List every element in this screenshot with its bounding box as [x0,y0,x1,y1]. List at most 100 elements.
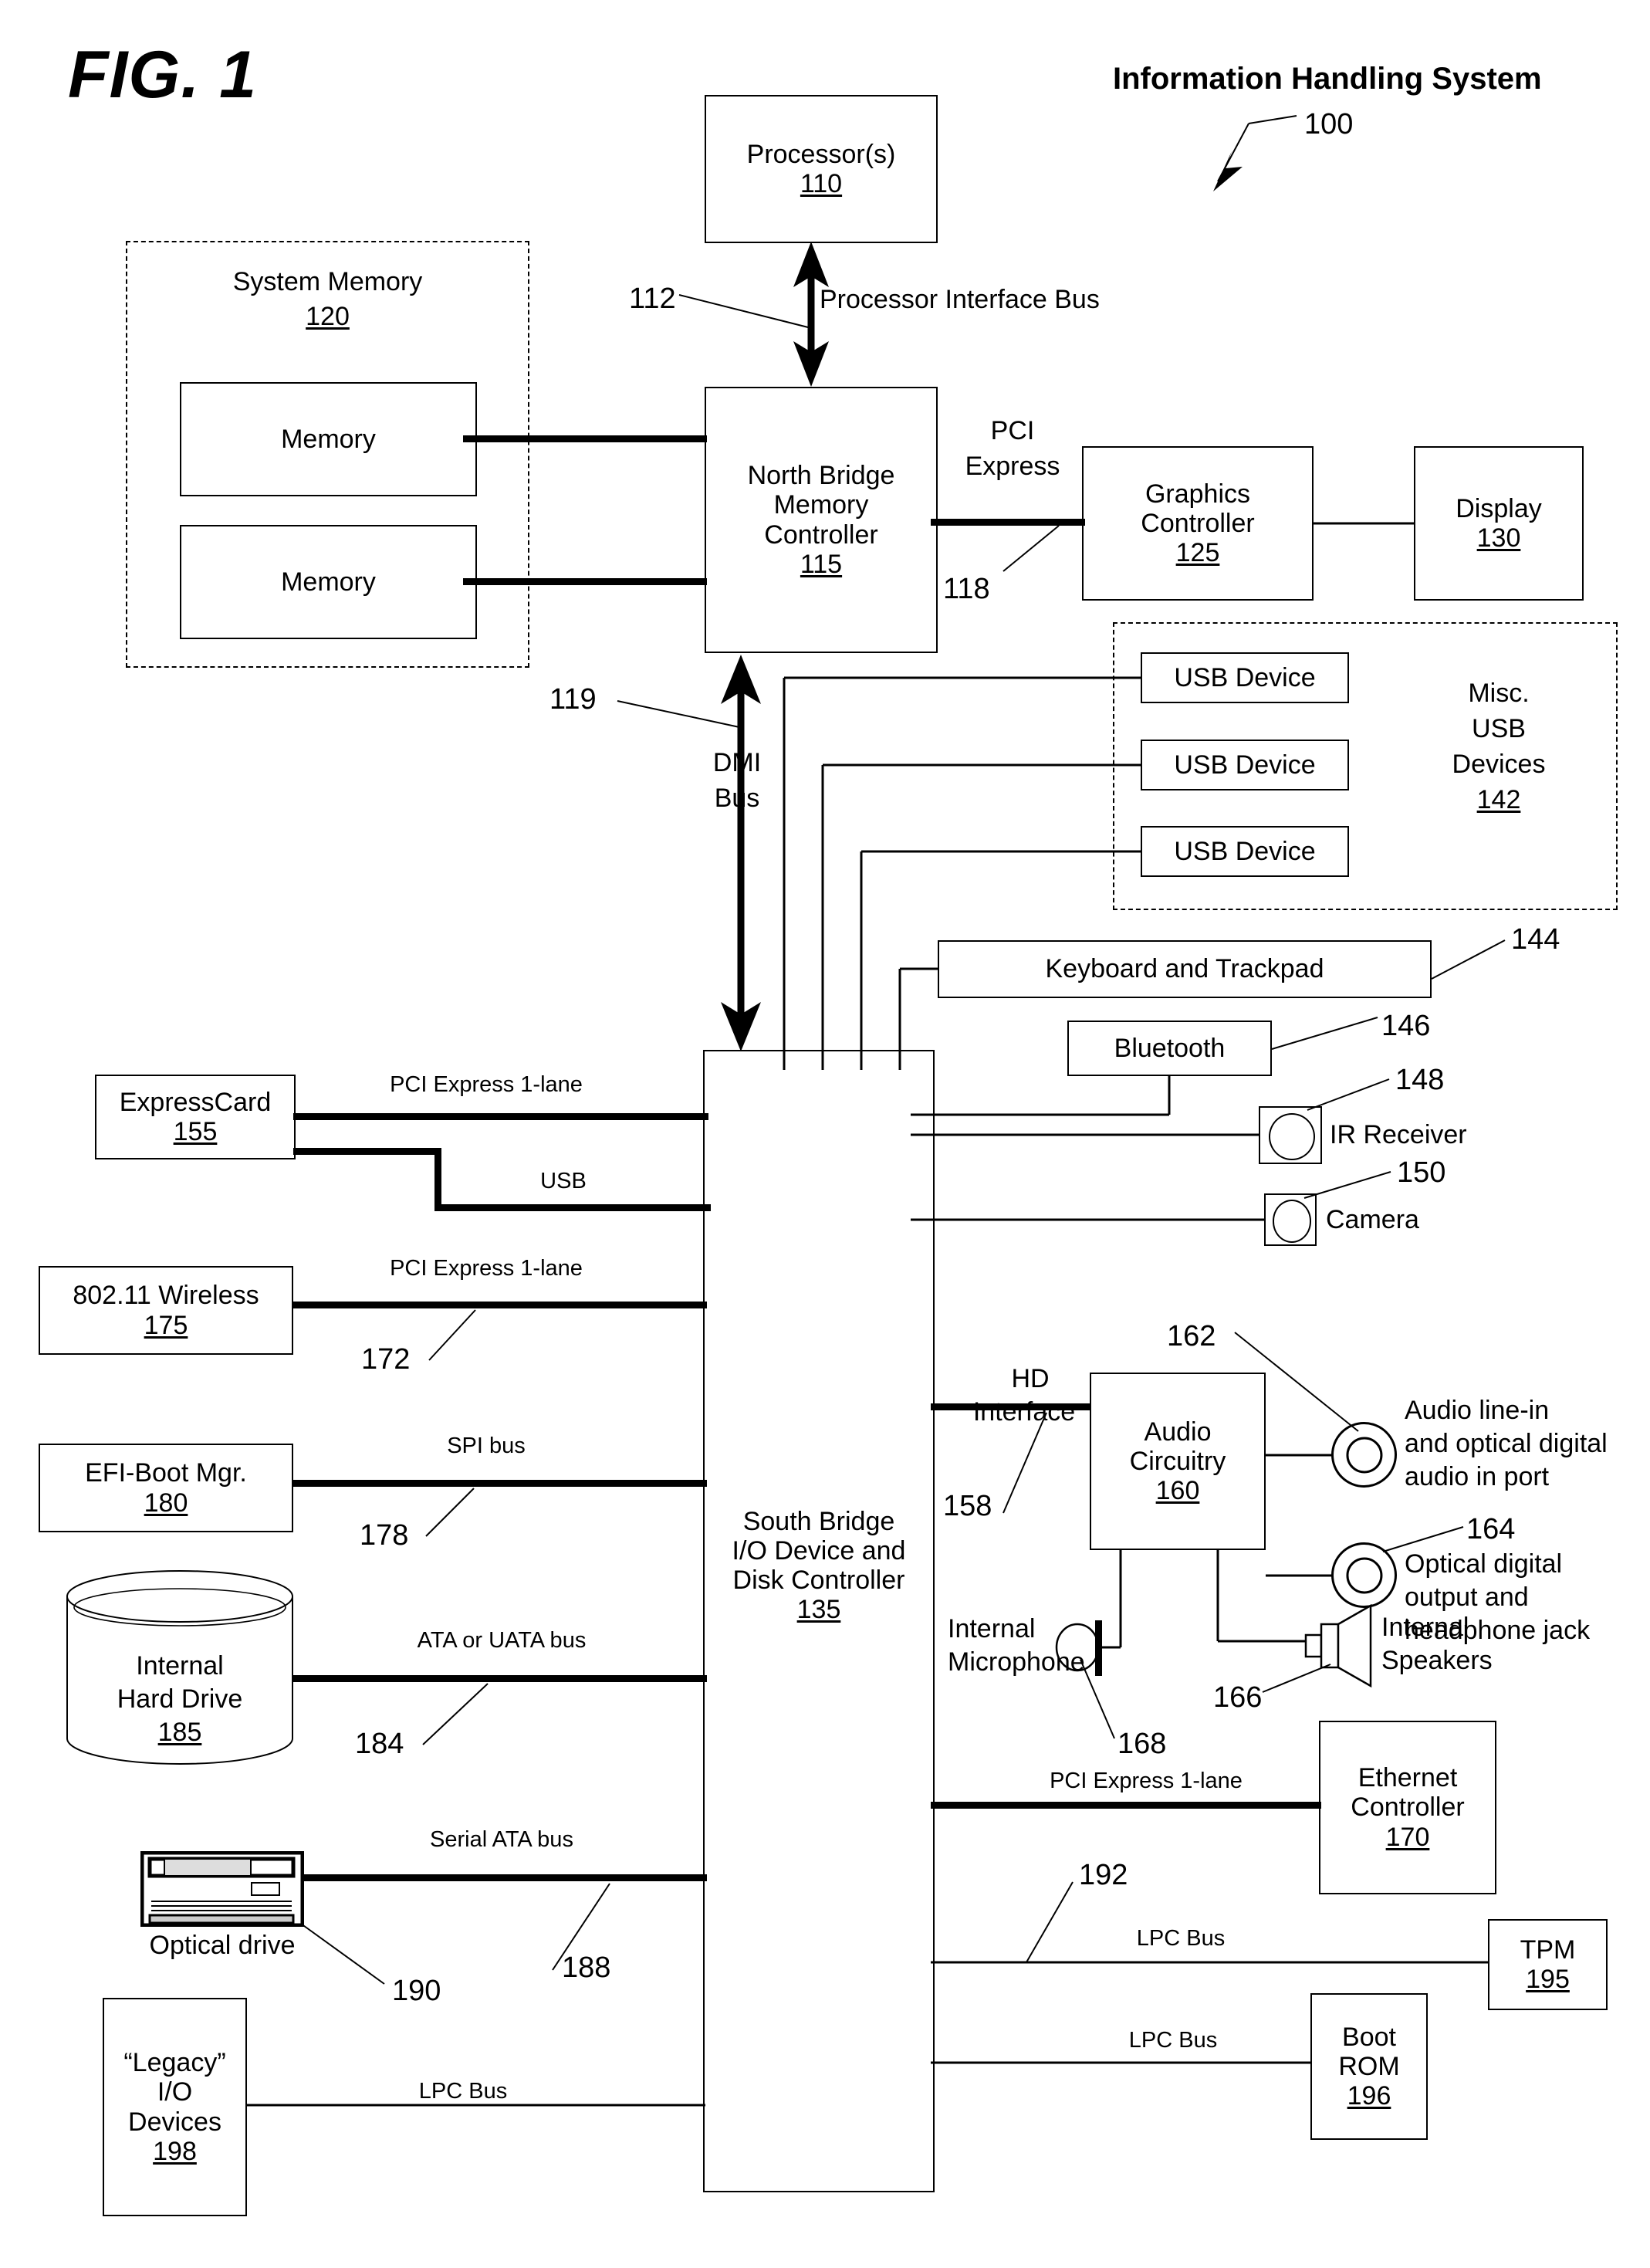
processor-interface-bus-label: Processor Interface Bus [820,285,1100,314]
ref-146: 146 [1381,1010,1431,1042]
dmi-bus-label-2: Bus [714,784,760,813]
north-bridge-line1: North Bridge [747,461,895,491]
graphics-line2: Controller [1141,508,1255,538]
tpm-block[interactable]: TPM 195 [1488,1919,1608,2010]
system-memory-title: System Memory [232,267,423,296]
boot-rom-line1: Boot [1342,2022,1396,2052]
audio-out-line2: output and [1405,1583,1529,1612]
usb-device-block-2[interactable]: USB Device [1141,740,1349,790]
audio-ref: 160 [1155,1476,1200,1506]
display-block[interactable]: Display 130 [1414,446,1584,601]
boot-rom-block[interactable]: Boot ROM 196 [1310,1993,1428,2140]
ethernet-controller-block[interactable]: Ethernet Controller 170 [1319,1721,1496,1894]
bluetooth-block[interactable]: Bluetooth [1067,1021,1272,1076]
system-title: Information Handling System [1113,62,1542,96]
audio-in-line3: audio in port [1405,1462,1550,1491]
ir-receiver-icon [1259,1106,1322,1164]
expresscard-ref: 155 [173,1117,218,1146]
memory-1-title: Memory [281,424,376,454]
audio-in-line1: Audio line-in [1405,1396,1550,1425]
usb-device-1-title: USB Device [1174,662,1316,692]
ref-188: 188 [562,1951,611,1984]
audio-line-in-jack-icon [1331,1422,1397,1488]
efi-boot-ref: 180 [144,1488,188,1518]
ref-164: 164 [1466,1513,1516,1545]
ref-119: 119 [549,683,597,716]
display-ref: 130 [1476,523,1521,553]
ethernet-ref: 170 [1385,1822,1430,1852]
memory-block-2[interactable]: Memory [180,525,477,639]
keyboard-trackpad-block[interactable]: Keyboard and Trackpad [938,940,1432,998]
tpm-ref: 195 [1526,1965,1570,1994]
keyboard-title: Keyboard and Trackpad [1045,954,1324,984]
ethernet-line1: Ethernet [1358,1763,1458,1793]
ref-148: 148 [1395,1064,1445,1096]
patent-figure-canvas: FIG. 1 Information Handling System 100 P… [0,0,1650,2268]
ata-uata-bus-label: ATA or UATA bus [417,1628,587,1653]
efi-boot-title: EFI-Boot Mgr. [85,1458,247,1488]
processor-block[interactable]: Processor(s) 110 [705,95,938,243]
ref-100: 100 [1304,108,1354,140]
north-bridge-line3: Controller [764,520,878,550]
graphics-ref: 125 [1175,538,1220,568]
south-bridge-line3: Disk Controller [732,1566,905,1596]
optical-digital-output-jack-icon [1331,1542,1397,1608]
ref-162: 162 [1167,1320,1216,1352]
south-bridge-block[interactable]: South Bridge I/O Device and Disk Control… [703,1050,935,2192]
legacy-io-line1: “Legacy” [123,2048,226,2078]
lpc-bus-legacy-label: LPC Bus [418,2079,508,2104]
expresscard-block[interactable]: ExpressCard 155 [95,1075,296,1159]
legacy-io-devices-block[interactable]: “Legacy” I/O Devices 198 [103,1998,247,2216]
wireless-ref: 175 [144,1310,188,1340]
bluetooth-title: Bluetooth [1114,1033,1226,1063]
internal-speakers-icon [1304,1603,1381,1689]
ref-172: 172 [361,1343,411,1376]
audio-out-line1: Optical digital [1405,1549,1563,1579]
ref-168: 168 [1117,1728,1167,1760]
display-title: Display [1456,493,1542,523]
graphics-controller-block[interactable]: Graphics Controller 125 [1082,446,1314,601]
ref-144: 144 [1511,923,1560,956]
memory-block-1[interactable]: Memory [180,382,477,496]
processor-ref: 110 [800,169,843,198]
boot-rom-line2: ROM [1338,2051,1400,2081]
legacy-io-ref: 198 [153,2136,197,2166]
processor-title: Processor(s) [746,139,896,169]
south-bridge-ref: 135 [796,1595,841,1625]
efi-boot-manager-block[interactable]: EFI-Boot Mgr. 180 [39,1444,293,1532]
pci-express-wireless-label: PCI Express 1-lane [390,1256,583,1281]
hard-drive-line1: Internal [136,1651,224,1681]
audio-circuitry-block[interactable]: Audio Circuitry 160 [1090,1373,1266,1550]
camera-icon [1264,1193,1317,1246]
dmi-bus-label-1: DMI [712,748,762,777]
pci-express-graphics-label-1: PCI [990,416,1035,445]
ref-184: 184 [355,1728,404,1760]
pci-express-ethernet-label: PCI Express 1-lane [1050,1769,1243,1793]
ref-158: 158 [943,1490,992,1522]
ref-192: 192 [1079,1859,1128,1891]
graphics-line1: Graphics [1145,479,1251,509]
usb-expresscard-label: USB [540,1169,587,1193]
lpc-bus-bootrom-label: LPC Bus [1128,2028,1218,2053]
hd-interface-label-1: HD [1011,1364,1050,1393]
misc-usb-line2: USB [1472,714,1526,743]
internal-speakers-line2: Speakers [1381,1646,1493,1675]
usb-device-block-1[interactable]: USB Device [1141,652,1349,703]
pci-express-expresscard-label: PCI Express 1-lane [390,1072,583,1097]
boot-rom-ref: 196 [1347,2081,1391,2111]
north-bridge-block[interactable]: North Bridge Memory Controller 115 [705,387,938,653]
figure-label: FIG. 1 [68,38,257,112]
memory-2-title: Memory [281,567,376,597]
internal-speakers-line1: Internal [1381,1613,1469,1642]
hard-drive-ref: 185 [157,1718,202,1747]
audio-in-line2: and optical digital [1405,1429,1608,1458]
pci-express-graphics-label-2: Express [965,452,1060,481]
wireless-block[interactable]: 802.11 Wireless 175 [39,1266,293,1355]
serial-ata-bus-label: Serial ATA bus [430,1827,573,1852]
misc-usb-line1: Misc. [1468,679,1530,708]
usb-device-block-3[interactable]: USB Device [1141,826,1349,877]
internal-mic-line2: Microphone [948,1647,1085,1677]
tpm-title: TPM [1520,1935,1576,1965]
ref-166: 166 [1213,1681,1263,1714]
north-bridge-ref: 115 [800,549,843,579]
